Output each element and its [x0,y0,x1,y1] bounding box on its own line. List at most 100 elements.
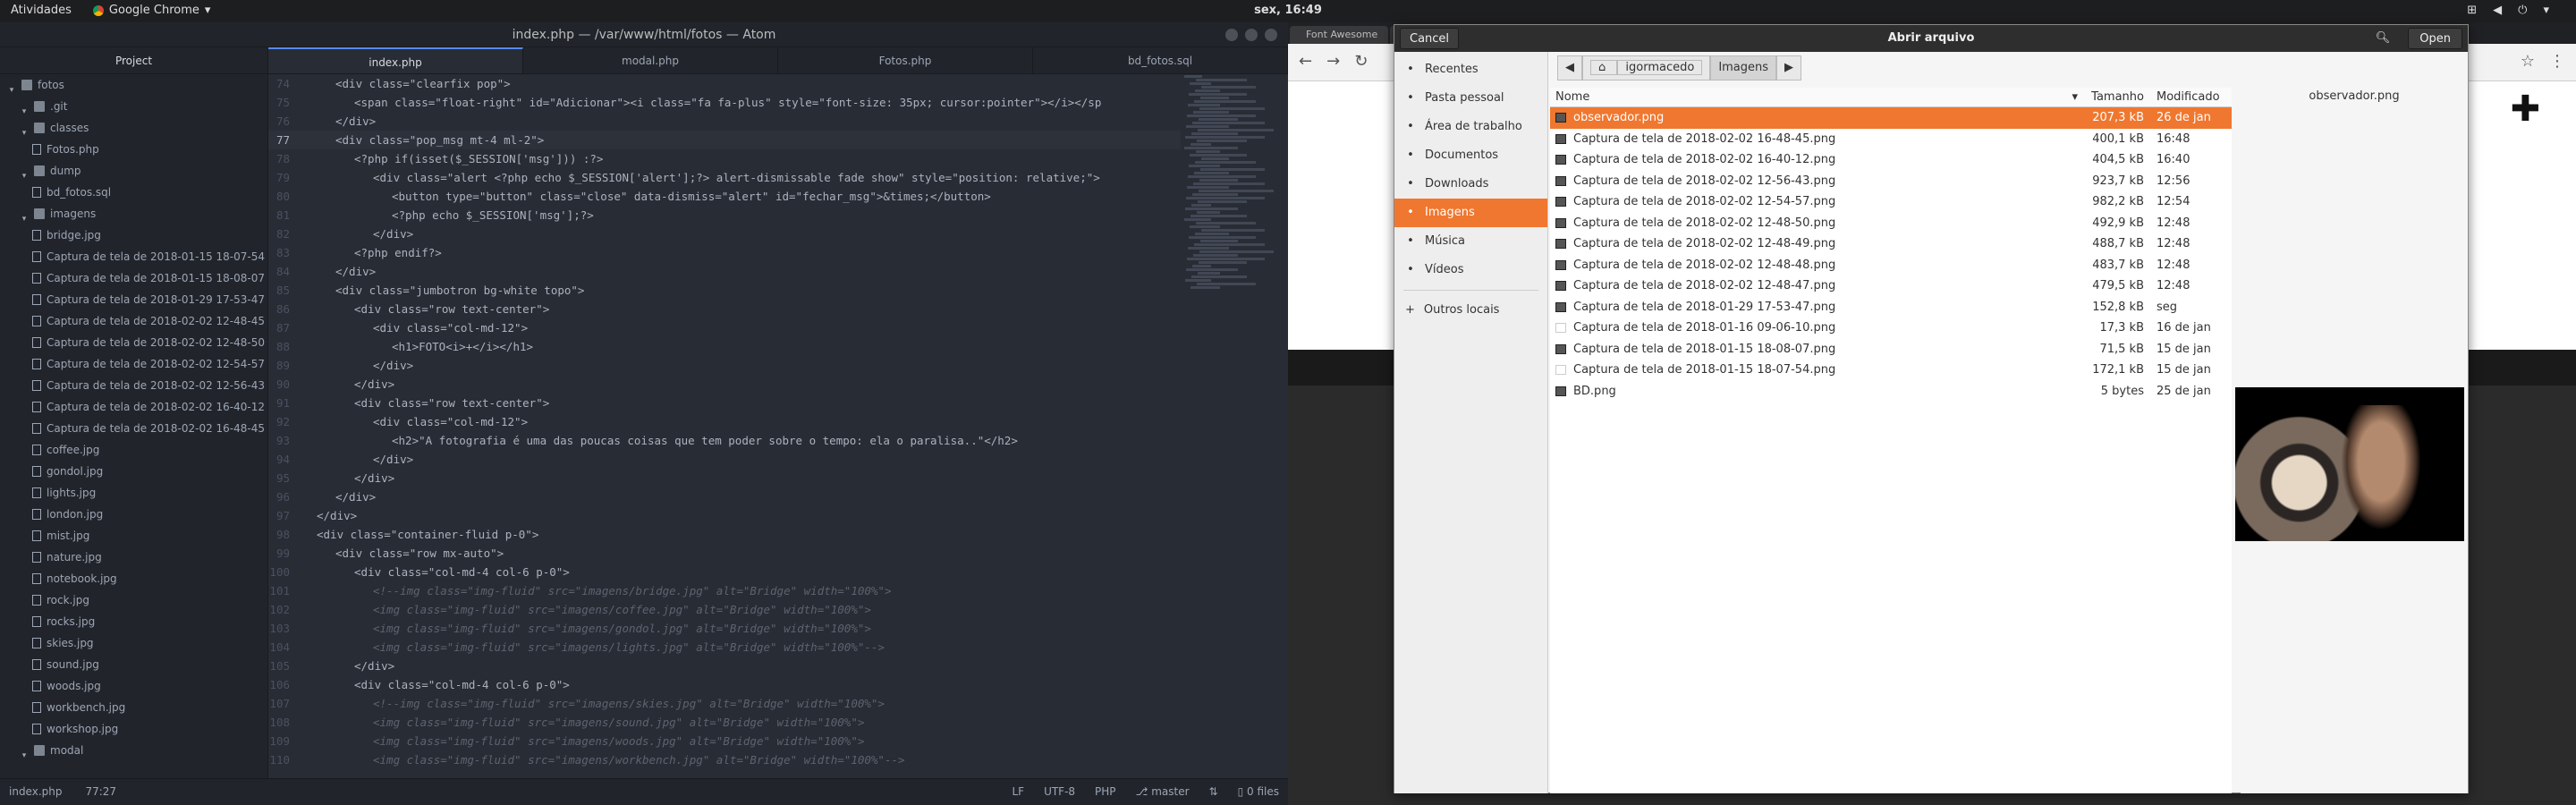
tree-item[interactable]: Captura de tela de 2018-01-29 17-53-47 [0,289,267,310]
minimize-icon[interactable] [1225,29,1238,41]
tab-modal-php[interactable]: modal.php [523,47,778,73]
tree-item[interactable]: coffee.jpg [0,439,267,461]
tree-header[interactable]: Project [0,47,267,74]
place--rea-de-trabalho[interactable]: • Área de trabalho [1394,113,1547,141]
folder-icon [34,208,45,219]
place-m-sica[interactable]: • Música [1394,227,1547,256]
tree-item[interactable]: bridge.jpg [0,225,267,246]
place-imagens[interactable]: • Imagens [1394,199,1547,227]
file-row[interactable]: Captura de tela de 2018-01-16 09-06-10.p… [1550,318,2232,339]
tree-item[interactable]: ▾ fotos [0,74,267,96]
tree-item[interactable]: ▾ imagens [0,203,267,225]
plus-icon[interactable]: ✚ [2510,89,2540,130]
tree-item[interactable]: Captura de tela de 2018-02-02 12-48-50 [0,332,267,353]
app-menu[interactable]: Google Chrome ▾ [92,4,210,17]
place-documentos[interactable]: • Documentos [1394,141,1547,170]
file-row[interactable]: observador.png 207,3 kB 26 de jan [1550,107,2232,129]
tree-item[interactable]: bd_fotos.sql [0,182,267,203]
tree-item[interactable]: Captura de tela de 2018-02-02 16-48-45 [0,418,267,439]
file-row[interactable]: Captura de tela de 2018-02-02 12-56-43.p… [1550,171,2232,192]
tree-item[interactable]: Captura de tela de 2018-01-15 18-08-07 [0,267,267,289]
search-icon[interactable]: 🔍︎ [2369,28,2396,49]
tree-item[interactable]: notebook.jpg [0,568,267,589]
path-back-icon[interactable]: ◀ [1557,55,1582,80]
tree-item[interactable]: ▾ modal [0,740,267,761]
tree-item[interactable]: london.jpg [0,504,267,525]
column-modified[interactable]: Modificado [2149,88,2232,106]
path-current[interactable]: Imagens [1710,55,1777,80]
forward-icon[interactable]: → [1326,52,1340,71]
status-files[interactable]: ▯ 0 files [1238,785,1279,798]
maximize-icon[interactable] [1245,29,1258,41]
tree-item[interactable]: rock.jpg [0,589,267,611]
tree-item[interactable]: workshop.jpg [0,718,267,740]
tree-item[interactable]: workbench.jpg [0,697,267,718]
file-row[interactable]: Captura de tela de 2018-02-02 12-48-47.p… [1550,275,2232,297]
file-row[interactable]: Captura de tela de 2018-02-02 12-48-50.p… [1550,213,2232,234]
status-sync[interactable]: ⇅ [1209,785,1218,798]
tree-item[interactable]: sound.jpg [0,654,267,675]
line-number: 82 [275,227,290,241]
tree-item[interactable]: Captura de tela de 2018-01-15 18-07-54 [0,246,267,267]
column-size[interactable]: Tamanho [2083,88,2149,106]
activities-button[interactable]: Atividades [11,4,72,17]
star-icon[interactable]: ☆ [2521,52,2535,71]
tree-item[interactable]: ▾ .git [0,96,267,117]
path-forward-icon[interactable]: ▶ [1776,55,1802,80]
file-row[interactable]: Captura de tela de 2018-02-02 12-54-57.p… [1550,191,2232,213]
tree-item[interactable]: nature.jpg [0,547,267,568]
chrome-tab[interactable]: Font Awesome [1290,26,1388,44]
tree-item[interactable]: gondol.jpg [0,461,267,482]
tree-item[interactable]: Captura de tela de 2018-02-02 12-48-45 [0,310,267,332]
menu-icon[interactable]: ⋮ [2549,52,2565,71]
status-grammar[interactable]: PHP [1095,785,1116,798]
back-icon[interactable]: ← [1299,52,1312,71]
tree-item[interactable]: Fotos.php [0,139,267,160]
tree-item[interactable]: lights.jpg [0,482,267,504]
tab-index-php[interactable]: index.php [268,47,523,73]
tree-item[interactable]: rocks.jpg [0,611,267,632]
tree-item[interactable]: Captura de tela de 2018-02-02 12-54-57 [0,353,267,375]
file-row[interactable]: Captura de tela de 2018-02-02 16-48-45.p… [1550,129,2232,150]
status-cursor[interactable]: 77:27 [85,785,116,798]
close-icon[interactable] [1265,29,1277,41]
file-name: Captura de tela de 2018-02-02 16-40-12.p… [1573,153,1836,166]
file-row[interactable]: BD.png 5 bytes 25 de jan [1550,381,2232,402]
cancel-button[interactable]: Cancel [1400,28,1460,49]
file-row[interactable]: Captura de tela de 2018-01-15 18-07-54.p… [1550,360,2232,381]
clock[interactable]: sex, 16:49 [1254,4,1322,17]
tree-item[interactable]: Captura de tela de 2018-02-02 12-56-43 [0,375,267,396]
place-recentes[interactable]: • Recentes [1394,55,1547,84]
status-line-ending[interactable]: LF [1012,785,1024,798]
status-branch[interactable]: ⎇ master [1136,785,1190,798]
status-file[interactable]: index.php [9,785,62,798]
column-name[interactable]: Nome ▾ [1550,88,2083,106]
code-text: <div class="pop_msg mt-4 ml-2"> [335,133,545,147]
status-encoding[interactable]: UTF-8 [1044,785,1075,798]
file-row[interactable]: Captura de tela de 2018-02-02 12-48-48.p… [1550,255,2232,276]
place-v-deos[interactable]: • Vídeos [1394,256,1547,284]
tree-item[interactable]: ▾ classes [0,117,267,139]
tree-item[interactable]: skies.jpg [0,632,267,654]
reload-icon[interactable]: ↻ [1354,52,1368,71]
tree-item[interactable]: mist.jpg [0,525,267,547]
open-button[interactable]: Open [2408,28,2462,49]
place-other-locations[interactable]: + Outros locais [1394,296,1547,325]
tab-fotos-php[interactable]: Fotos.php [778,47,1033,73]
path-home[interactable]: ⌂ igormacedo [1582,55,1711,80]
file-row[interactable]: Captura de tela de 2018-01-29 17-53-47.p… [1550,297,2232,318]
file-row[interactable]: Captura de tela de 2018-01-15 18-08-07.p… [1550,339,2232,360]
system-tray[interactable]: ⊞ ◀ ⏻ ▾ [2467,4,2549,17]
tree-item[interactable]: Captura de tela de 2018-02-02 16-40-12 [0,396,267,418]
preview-pane: observador.png [2235,88,2468,793]
tab-bd_fotos-sql[interactable]: bd_fotos.sql [1033,47,1288,73]
file-row[interactable]: Captura de tela de 2018-02-02 12-48-49.p… [1550,233,2232,255]
code-line: 77 <div class="pop_msg mt-4 ml-2"> [268,131,1181,149]
tree-item[interactable]: woods.jpg [0,675,267,697]
file-row[interactable]: Captura de tela de 2018-02-02 16-40-12.p… [1550,149,2232,171]
minimap[interactable] [1181,74,1288,778]
place-pasta-pessoal[interactable]: • Pasta pessoal [1394,84,1547,113]
tree-item[interactable]: ▾ dump [0,160,267,182]
code-area[interactable]: 74 <div class="clearfix pop"> 75 <span clas… [268,74,1181,778]
place-downloads[interactable]: • Downloads [1394,170,1547,199]
